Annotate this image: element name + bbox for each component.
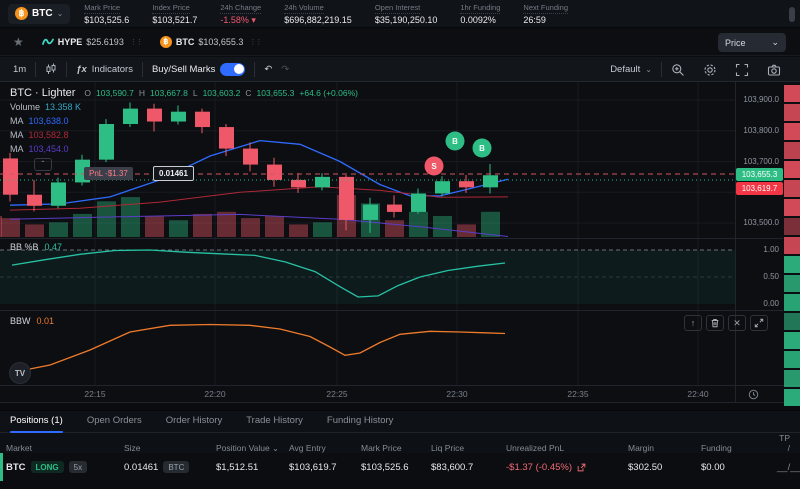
tab-trade-history[interactable]: Trade History <box>246 410 303 433</box>
star-icon[interactable]: ★ <box>13 35 24 49</box>
stat-24h-change: 24h Change-1.58% ▾ <box>220 2 261 26</box>
stat-next-funding: Next Funding26:59 <box>523 2 568 26</box>
side-badge: LONG <box>31 461 64 473</box>
buysell-marks-control: Buy/Sell Marks <box>143 63 254 76</box>
cell-funding: $0.00 <box>695 462 771 473</box>
col-position-value[interactable]: Position Value ⌄ <box>210 443 283 453</box>
col-margin: Margin <box>622 443 695 453</box>
chevron-down-icon: ⌄ <box>57 9 64 18</box>
col-avg-entry: Avg Entry <box>283 443 355 453</box>
trading-app: { "header": { "symbol": "BTC", "stats": … <box>0 0 800 489</box>
cell-size: 0.01461 BTC <box>118 461 210 473</box>
settings-button[interactable] <box>694 63 726 77</box>
leverage-badge: 5x <box>69 461 87 473</box>
cell-unrealized-pnl: -$1.37 (-0.45%) <box>500 462 622 473</box>
position-side-accent <box>0 453 3 481</box>
cell-position-value: $1,512.51 <box>210 462 283 473</box>
svg-text:B: B <box>479 144 485 153</box>
maximize-icon <box>754 318 764 328</box>
pane-close-button[interactable]: ✕ <box>728 315 746 331</box>
tab-open-orders[interactable]: Open Orders <box>87 410 142 433</box>
svg-text:B: B <box>452 137 458 146</box>
redo-button[interactable]: ↷ <box>281 64 298 75</box>
cell-avg-entry: $103,619.7 <box>283 462 355 473</box>
btc-coin-icon: ฿ <box>15 7 28 20</box>
hype-logo-icon <box>42 36 54 48</box>
share-pnl-icon[interactable] <box>577 463 586 472</box>
chart-toolbar: 1m ƒx Indicators Buy/Sell Marks ↶ ↷ Defa… <box>0 57 800 82</box>
col-liq-price: Liq Price <box>425 443 500 453</box>
chevron-down-icon: ⌄ <box>272 444 279 453</box>
magnifier-plus-icon <box>671 63 685 77</box>
col-funding: Funding <box>695 443 771 453</box>
symbol-selector[interactable]: ฿ BTC ⌄ <box>8 4 70 24</box>
stat-index-price: Index Price$103,521.7 <box>152 2 197 26</box>
fullscreen-icon <box>735 63 749 77</box>
cell-margin: $302.50 <box>622 462 695 473</box>
drag-handle-icon[interactable]: ⋮⋮ <box>130 38 142 46</box>
cell-liq-price: $83,600.7 <box>425 462 500 473</box>
undo-button[interactable]: ↶ <box>255 64 281 75</box>
cell-market: BTC LONG 5x <box>0 461 118 473</box>
stat-open-interest: Open Interest$35,190,250.10 <box>375 2 438 26</box>
indicators-button[interactable]: ƒx Indicators <box>67 64 142 75</box>
size-unit-badge: BTC <box>163 461 189 473</box>
snapshot-button[interactable] <box>758 63 790 77</box>
market-stats: Mark Price$103,525.6 Index Price$103,521… <box>84 2 568 26</box>
chevron-down-icon: ⌄ <box>645 65 652 74</box>
layout-selector[interactable]: Default ⌄ <box>601 64 661 75</box>
market-stats-bar: ฿ BTC ⌄ Mark Price$103,525.6 Index Price… <box>0 0 800 28</box>
camera-icon <box>767 63 781 77</box>
btc-coin-icon: ฿ <box>160 36 172 48</box>
favorites-bar: ★ HYPE $25.6193 ⋮⋮ ฿ BTC $103,655.3 ⋮⋮ P… <box>0 29 800 56</box>
display-mode-selector[interactable]: Price ⌄ <box>718 33 786 52</box>
fullscreen-button[interactable] <box>726 63 758 77</box>
gear-icon <box>703 63 717 77</box>
scrollbar-thumb[interactable] <box>789 7 795 22</box>
symbol-name: BTC <box>32 8 53 19</box>
pane-move-up-button[interactable]: ↑ <box>684 315 702 331</box>
bottom-tabs: Positions (1) Open Orders Order History Tra… <box>0 410 800 433</box>
pane-maximize-button[interactable] <box>750 315 768 331</box>
chart-type-button[interactable] <box>36 63 66 75</box>
stat-24h-volume: 24h Volume$696,882,219.15 <box>284 2 352 26</box>
pane-delete-button[interactable] <box>706 315 724 331</box>
cell-tpsl: __/__ ✎ <box>771 462 800 473</box>
stat-mark-price: Mark Price$103,525.6 <box>84 2 129 26</box>
candlestick-icon <box>45 63 57 75</box>
tab-positions-1[interactable]: Positions (1) <box>10 410 63 433</box>
col-size: Size <box>118 443 210 453</box>
col-market: Market <box>0 443 118 453</box>
col-mark-price: Mark Price <box>355 443 425 453</box>
tab-order-history[interactable]: Order History <box>166 410 222 433</box>
fx-icon: ƒx <box>76 64 87 75</box>
drag-handle-icon[interactable]: ⋮⋮ <box>249 38 261 46</box>
cell-mark-price: $103,525.6 <box>355 462 425 473</box>
position-row[interactable]: BTC LONG 5x 0.01461 BTC $1,512.51 $103,6… <box>0 453 800 481</box>
chevron-down-icon: ⌄ <box>771 37 779 48</box>
positions-table-header: Market Size Position Value ⌄ Avg Entry M… <box>0 433 800 453</box>
buysell-marks-toggle[interactable] <box>220 63 245 76</box>
col-unrealized-pnl: Unrealized PnL <box>500 443 622 453</box>
stat-1hr-funding: 1hr Funding0.0092% <box>460 2 500 26</box>
trash-icon <box>710 318 720 328</box>
favorite-hype[interactable]: HYPE $25.6193 ⋮⋮ <box>42 36 142 48</box>
interval-button[interactable]: 1m <box>4 64 35 75</box>
zoom-in-button[interactable] <box>662 63 694 77</box>
tab-funding-history[interactable]: Funding History <box>327 410 394 433</box>
svg-text:S: S <box>431 162 437 171</box>
favorite-btc[interactable]: ฿ BTC $103,655.3 ⋮⋮ <box>160 36 262 48</box>
